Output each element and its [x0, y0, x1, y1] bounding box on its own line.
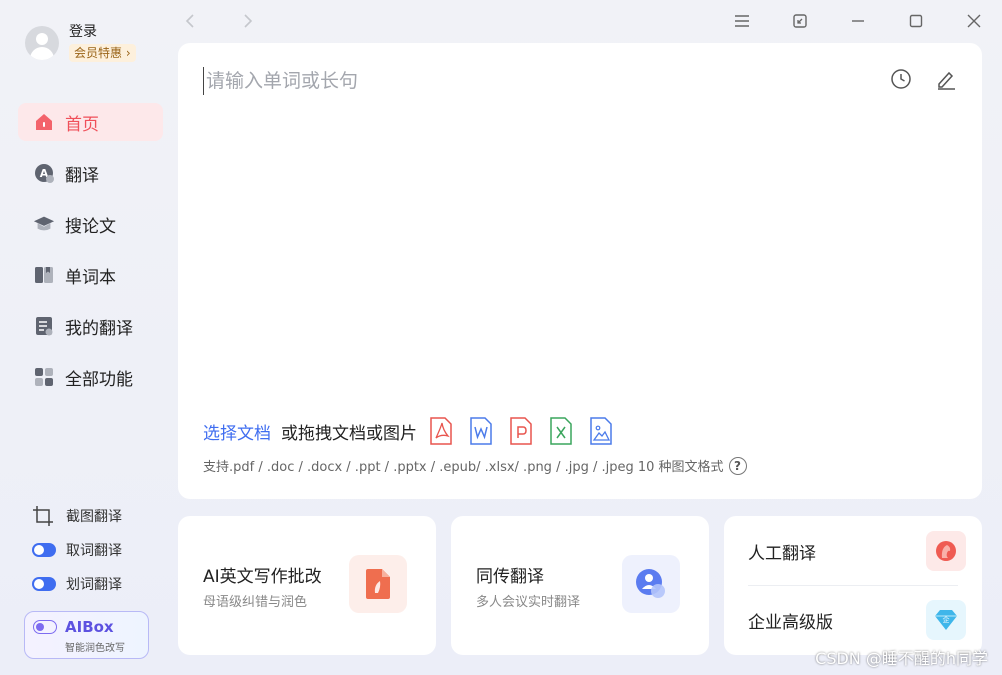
card-title: AI英文写作批改	[203, 567, 322, 587]
word-pick-translate-tool[interactable]: 取词翻译	[32, 538, 122, 562]
drag-hint: 或拖拽文档或图片	[281, 423, 417, 444]
translate-card: 选择文档 或拖拽文档或图片 支持.pdf / .doc / .docx / .p…	[178, 43, 982, 499]
close-icon[interactable]	[963, 10, 985, 32]
card-title: 同传翻译	[476, 567, 544, 587]
select-document-link[interactable]: 选择文档	[203, 419, 271, 444]
tool-label: 划词翻译	[66, 577, 122, 593]
enterprise-row[interactable]: 企业高级版 企	[748, 600, 966, 640]
minimize-icon[interactable]	[847, 10, 869, 32]
card-subtitle: 多人会议实时翻译	[476, 595, 581, 610]
user-profile[interactable]: 登录 会员特惠 ›	[25, 22, 136, 62]
select-translate-toggle[interactable]	[32, 577, 56, 591]
sidebar-item-all-features[interactable]: 全部功能	[18, 358, 163, 396]
back-arrow-icon[interactable]	[180, 10, 202, 32]
word-file-icon	[470, 417, 492, 445]
excel-file-icon	[550, 417, 572, 445]
sidebar-item-papers[interactable]: 搜论文	[18, 205, 163, 243]
menu-icon[interactable]	[731, 10, 753, 32]
svg-text:企: 企	[943, 615, 950, 624]
aibox-subtitle: 智能润色改写	[65, 643, 125, 654]
maximize-icon[interactable]	[905, 10, 927, 32]
help-icon[interactable]: ?	[728, 456, 747, 475]
sidebar-item-label: 单词本	[65, 267, 116, 288]
simultaneous-translate-card[interactable]: 同传翻译 多人会议实时翻译	[451, 516, 709, 655]
supported-formats: 支持.pdf / .doc / .docx / .ppt / .pptx / .…	[203, 456, 747, 475]
sidebar-item-label: 我的翻译	[65, 318, 133, 339]
sidebar-nav: 首页 A 翻译 搜论文 单词本 我的翻译 全部功能	[18, 103, 163, 409]
aibox-button[interactable]: AIBox 智能润色改写	[24, 611, 149, 659]
screenshot-translate-tool[interactable]: 截图翻译	[32, 504, 122, 528]
card-subtitle: 母语级纠错与润色	[203, 595, 308, 610]
sidebar-item-label: 翻译	[65, 165, 99, 186]
diamond-icon: 企	[926, 600, 966, 640]
handwriting-pen-icon[interactable]	[934, 67, 958, 91]
sidebar-item-translate[interactable]: A 翻译	[18, 154, 163, 192]
graduation-cap-icon	[33, 213, 55, 235]
ppt-file-icon	[510, 417, 532, 445]
sidebar-item-home[interactable]: 首页	[18, 103, 163, 141]
home-icon	[33, 111, 55, 133]
translate-icon: A	[33, 162, 55, 184]
sidebar-item-label: 首页	[65, 114, 99, 135]
sidebar: 登录 会员特惠 › 首页 A 翻译 搜论文 单词本 我的翻译 全部功能 截图翻译…	[0, 0, 178, 675]
grid-icon	[33, 366, 55, 388]
formats-text: 支持.pdf / .doc / .docx / .ppt / .pptx / .…	[203, 460, 724, 475]
human-translate-icon	[926, 531, 966, 571]
tool-label: 取词翻译	[66, 543, 122, 559]
upload-area: 选择文档 或拖拽文档或图片	[203, 417, 629, 445]
divider	[748, 585, 958, 586]
sidebar-item-wordbook[interactable]: 单词本	[18, 256, 163, 294]
row-title: 人工翻译	[748, 543, 816, 564]
mini-window-icon[interactable]	[789, 10, 811, 32]
avatar[interactable]	[25, 26, 59, 60]
word-pick-toggle[interactable]	[32, 543, 56, 557]
aibox-toggle-icon	[33, 620, 57, 634]
wordbook-icon	[33, 264, 55, 286]
forward-arrow-icon[interactable]	[236, 10, 258, 32]
login-link[interactable]: 登录	[69, 22, 136, 42]
crop-icon	[32, 506, 56, 526]
quick-tools: 截图翻译 取词翻译 划词翻译	[32, 504, 122, 606]
search-input[interactable]	[203, 67, 863, 95]
human-translate-row[interactable]: 人工翻译	[748, 531, 966, 571]
vip-offer-badge[interactable]: 会员特惠 ›	[69, 44, 136, 62]
document-icon	[33, 315, 55, 337]
image-file-icon	[590, 417, 612, 445]
pdf-file-icon	[430, 417, 452, 445]
aibox-title: AIBox	[65, 618, 114, 636]
app-window: 登录 会员特惠 › 首页 A 翻译 搜论文 单词本 我的翻译 全部功能 截图翻译…	[0, 0, 1002, 675]
row-title: 企业高级版	[748, 612, 833, 633]
tool-label: 截图翻译	[66, 509, 122, 525]
sidebar-item-my-translations[interactable]: 我的翻译	[18, 307, 163, 345]
select-translate-tool[interactable]: 划词翻译	[32, 572, 122, 596]
ai-writing-card[interactable]: AI英文写作批改 母语级纠错与润色	[178, 516, 436, 655]
watermark: CSDN @睡不醒的h同学	[815, 649, 988, 668]
ai-writing-icon	[349, 555, 407, 613]
history-clock-icon[interactable]	[889, 67, 913, 91]
sidebar-item-label: 搜论文	[65, 216, 116, 237]
sidebar-item-label: 全部功能	[65, 369, 133, 390]
meeting-people-icon	[622, 555, 680, 613]
services-card: 人工翻译 企业高级版 企	[724, 516, 982, 655]
